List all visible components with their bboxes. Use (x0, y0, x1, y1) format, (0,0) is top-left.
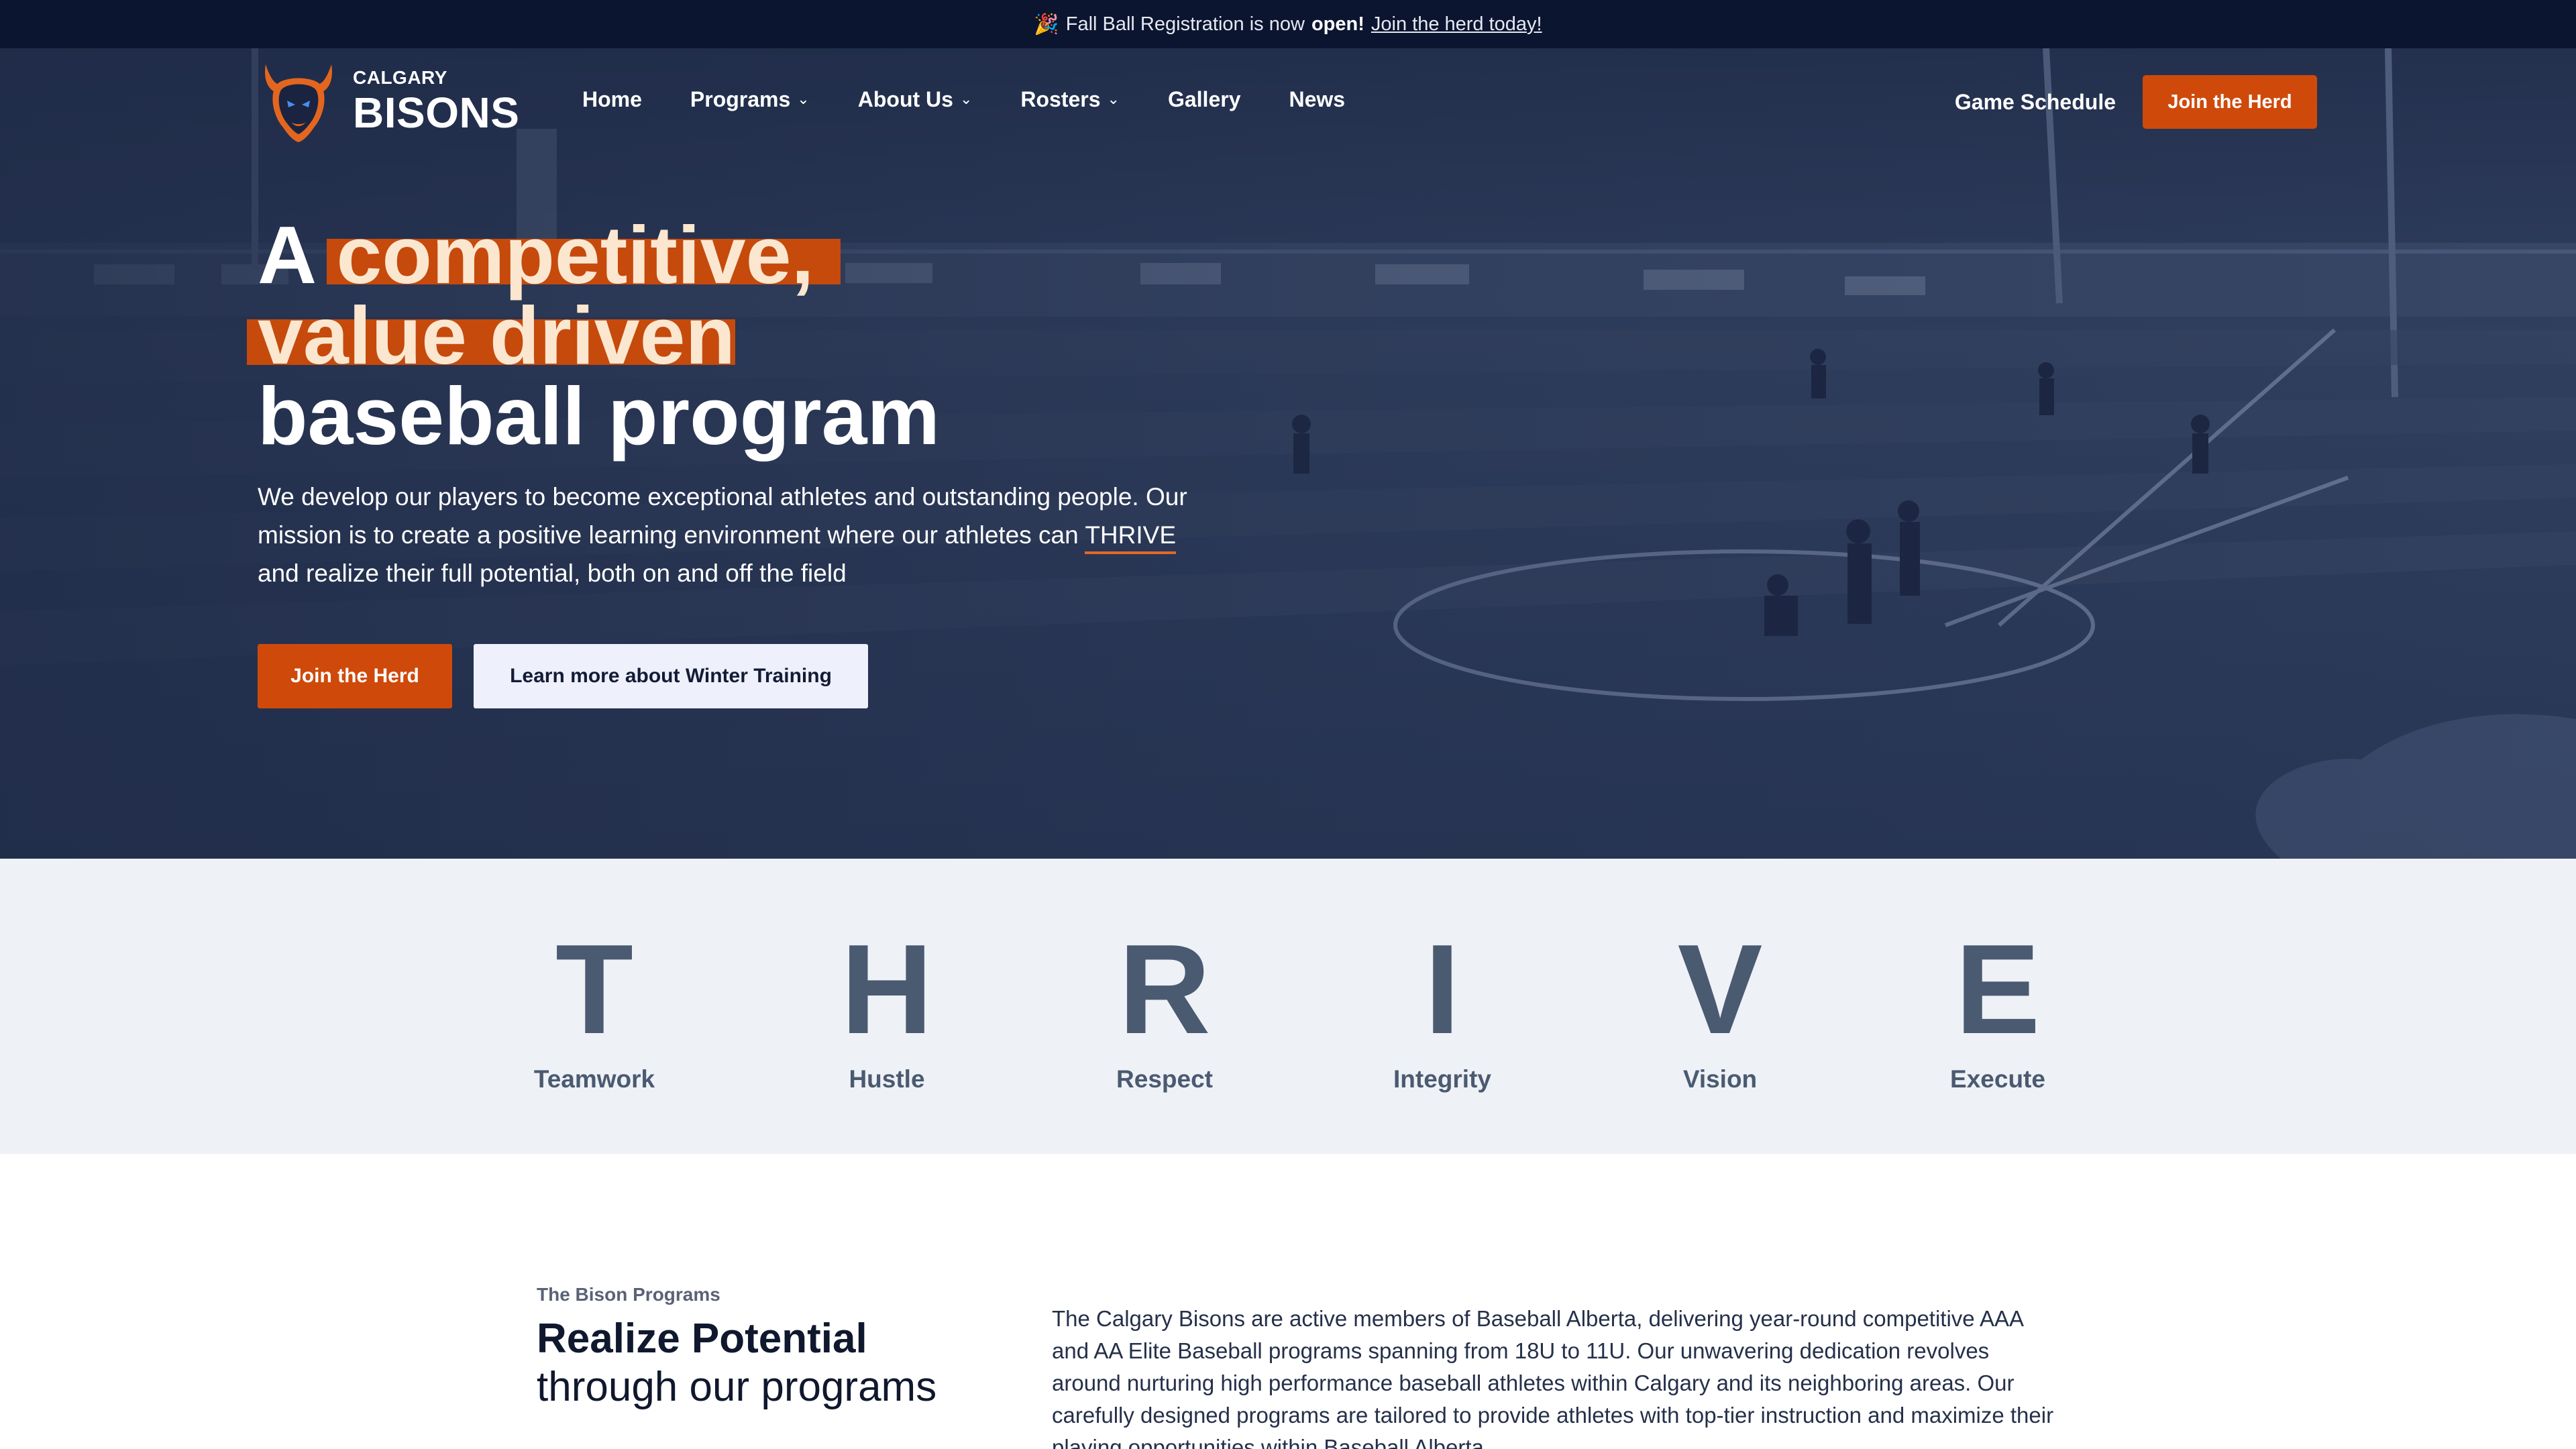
logo-name-text: BISONS (353, 89, 520, 137)
hero-section: CALGARY BISONS Home Programs ⌄ About Us ⌄ … (0, 48, 2576, 859)
thrive-item-execute: E Execute (1877, 926, 2118, 1093)
announcement-bar: 🎉 Fall Ball Registration is now open! Jo… (0, 0, 2576, 48)
nav-item-label: News (1289, 87, 1346, 111)
announcement-text: Fall Ball Registration is now (1065, 13, 1305, 35)
announcement-link[interactable]: Join the herd today! (1371, 13, 1542, 36)
join-the-herd-nav-button[interactable]: Join the Herd (2143, 75, 2317, 129)
nav-item-label: Rosters (1020, 87, 1101, 111)
thrive-letter: H (841, 918, 933, 1061)
hero-title-a: A (258, 209, 314, 301)
chevron-down-icon: ⌄ (959, 91, 973, 107)
nav-menu: Home Programs ⌄ About Us ⌄ Rosters ⌄ Galler… (582, 83, 1345, 115)
bison-logo-icon (265, 64, 332, 142)
thrive-letter: E (1955, 918, 2041, 1061)
logo-city-text: CALGARY (353, 67, 447, 88)
nav-item-home[interactable]: Home (582, 87, 642, 112)
programs-eyebrow: The Bison Programs (537, 1284, 720, 1305)
hero-title-highlight-2: value driven (258, 290, 735, 381)
thrive-label: Integrity (1393, 1065, 1491, 1093)
thrive-item-integrity: I Integrity (1322, 926, 1563, 1093)
hero-desc-after: and realize their full potential, both o… (258, 559, 847, 587)
nav-item-label: Programs (690, 87, 791, 111)
winter-training-button[interactable]: Learn more about Winter Training (474, 644, 868, 708)
thrive-label: Vision (1682, 1065, 1758, 1093)
hero-buttons: Join the Herd Learn more about Winter Tr… (258, 644, 868, 708)
announcement-emphasis: open! (1311, 13, 1364, 35)
thrive-item-teamwork: T Teamwork (474, 926, 715, 1093)
hero-title-line-3: baseball program (258, 370, 940, 462)
nav-item-about-us[interactable]: About Us ⌄ (858, 87, 973, 112)
programs-section: The Bison Programs Realize Potential thr… (0, 1154, 2576, 1449)
thrive-item-respect: R Respect (1044, 926, 1285, 1093)
hero-description: We develop our players to become excepti… (258, 478, 1210, 592)
hero-desc-thrive: THRIVE (1085, 521, 1177, 554)
hero-title-highlight-1: competitive, (336, 209, 814, 301)
chevron-down-icon: ⌄ (1107, 91, 1120, 107)
thrive-label: Execute (1950, 1065, 2045, 1093)
thrive-letter: I (1424, 918, 1460, 1061)
nav-item-news[interactable]: News (1289, 87, 1345, 112)
thrive-label: Hustle (849, 1065, 925, 1093)
game-schedule-link[interactable]: Game Schedule (1955, 90, 2116, 115)
programs-title-strong: Realize Potential (537, 1316, 867, 1362)
main-nav: CALGARY BISONS Home Programs ⌄ About Us ⌄ … (0, 48, 2576, 156)
thrive-item-hustle: H Hustle (766, 926, 1008, 1093)
nav-item-programs[interactable]: Programs ⌄ (690, 87, 810, 112)
nav-item-gallery[interactable]: Gallery (1168, 87, 1241, 112)
thrive-values-section: T Teamwork H Hustle R Respect I Integrit… (0, 859, 2576, 1154)
nav-item-rosters[interactable]: Rosters ⌄ (1020, 87, 1120, 112)
thrive-letter: T (555, 918, 634, 1061)
nav-item-label: Gallery (1167, 87, 1241, 111)
thrive-item-vision: V Vision (1599, 926, 1841, 1093)
thrive-letter: R (1118, 918, 1211, 1061)
hero-title: A competitive, value driven baseball pro… (258, 214, 1331, 462)
thrive-letter: V (1677, 918, 1763, 1061)
thrive-label: Teamwork (533, 1065, 655, 1093)
chevron-down-icon: ⌄ (797, 91, 810, 107)
programs-title-regular: through our programs (537, 1364, 937, 1410)
nav-item-label: About Us (857, 87, 953, 111)
thrive-label: Respect (1116, 1065, 1213, 1093)
hero-desc-before: We develop our players to become excepti… (258, 483, 1187, 549)
programs-title: Realize Potential through our programs (537, 1315, 936, 1411)
nav-item-label: Home (582, 87, 642, 111)
site-logo[interactable]: CALGARY BISONS (259, 58, 521, 145)
nav-actions: Game Schedule Join the Herd (1955, 75, 2317, 129)
join-the-herd-hero-button[interactable]: Join the Herd (258, 644, 452, 708)
programs-body: The Calgary Bisons are active members of… (1052, 1306, 2054, 1449)
party-popper-icon: 🎉 (1034, 13, 1059, 36)
